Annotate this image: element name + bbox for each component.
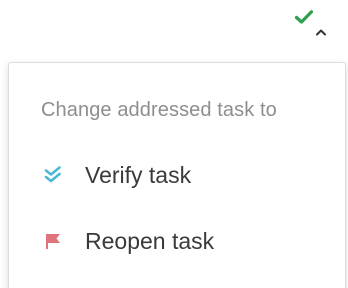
double-check-icon bbox=[43, 165, 63, 185]
menu-item-label: Reopen task bbox=[85, 227, 215, 254]
menu-item-verify-task[interactable]: Verify task bbox=[9, 153, 345, 197]
dropdown-heading: Change addressed task to bbox=[41, 99, 277, 121]
task-status-trigger[interactable] bbox=[291, 6, 335, 40]
caret-up-icon bbox=[316, 29, 326, 36]
change-task-dropdown: Change addressed task to Verify task Reo… bbox=[8, 62, 346, 288]
menu-item-reopen-task[interactable]: Reopen task bbox=[9, 219, 345, 263]
menu-item-label: Verify task bbox=[85, 161, 192, 188]
flag-icon bbox=[43, 231, 63, 251]
check-icon bbox=[295, 10, 313, 24]
task-status-menu-screen: Change addressed task to Verify task Reo… bbox=[0, 0, 348, 288]
